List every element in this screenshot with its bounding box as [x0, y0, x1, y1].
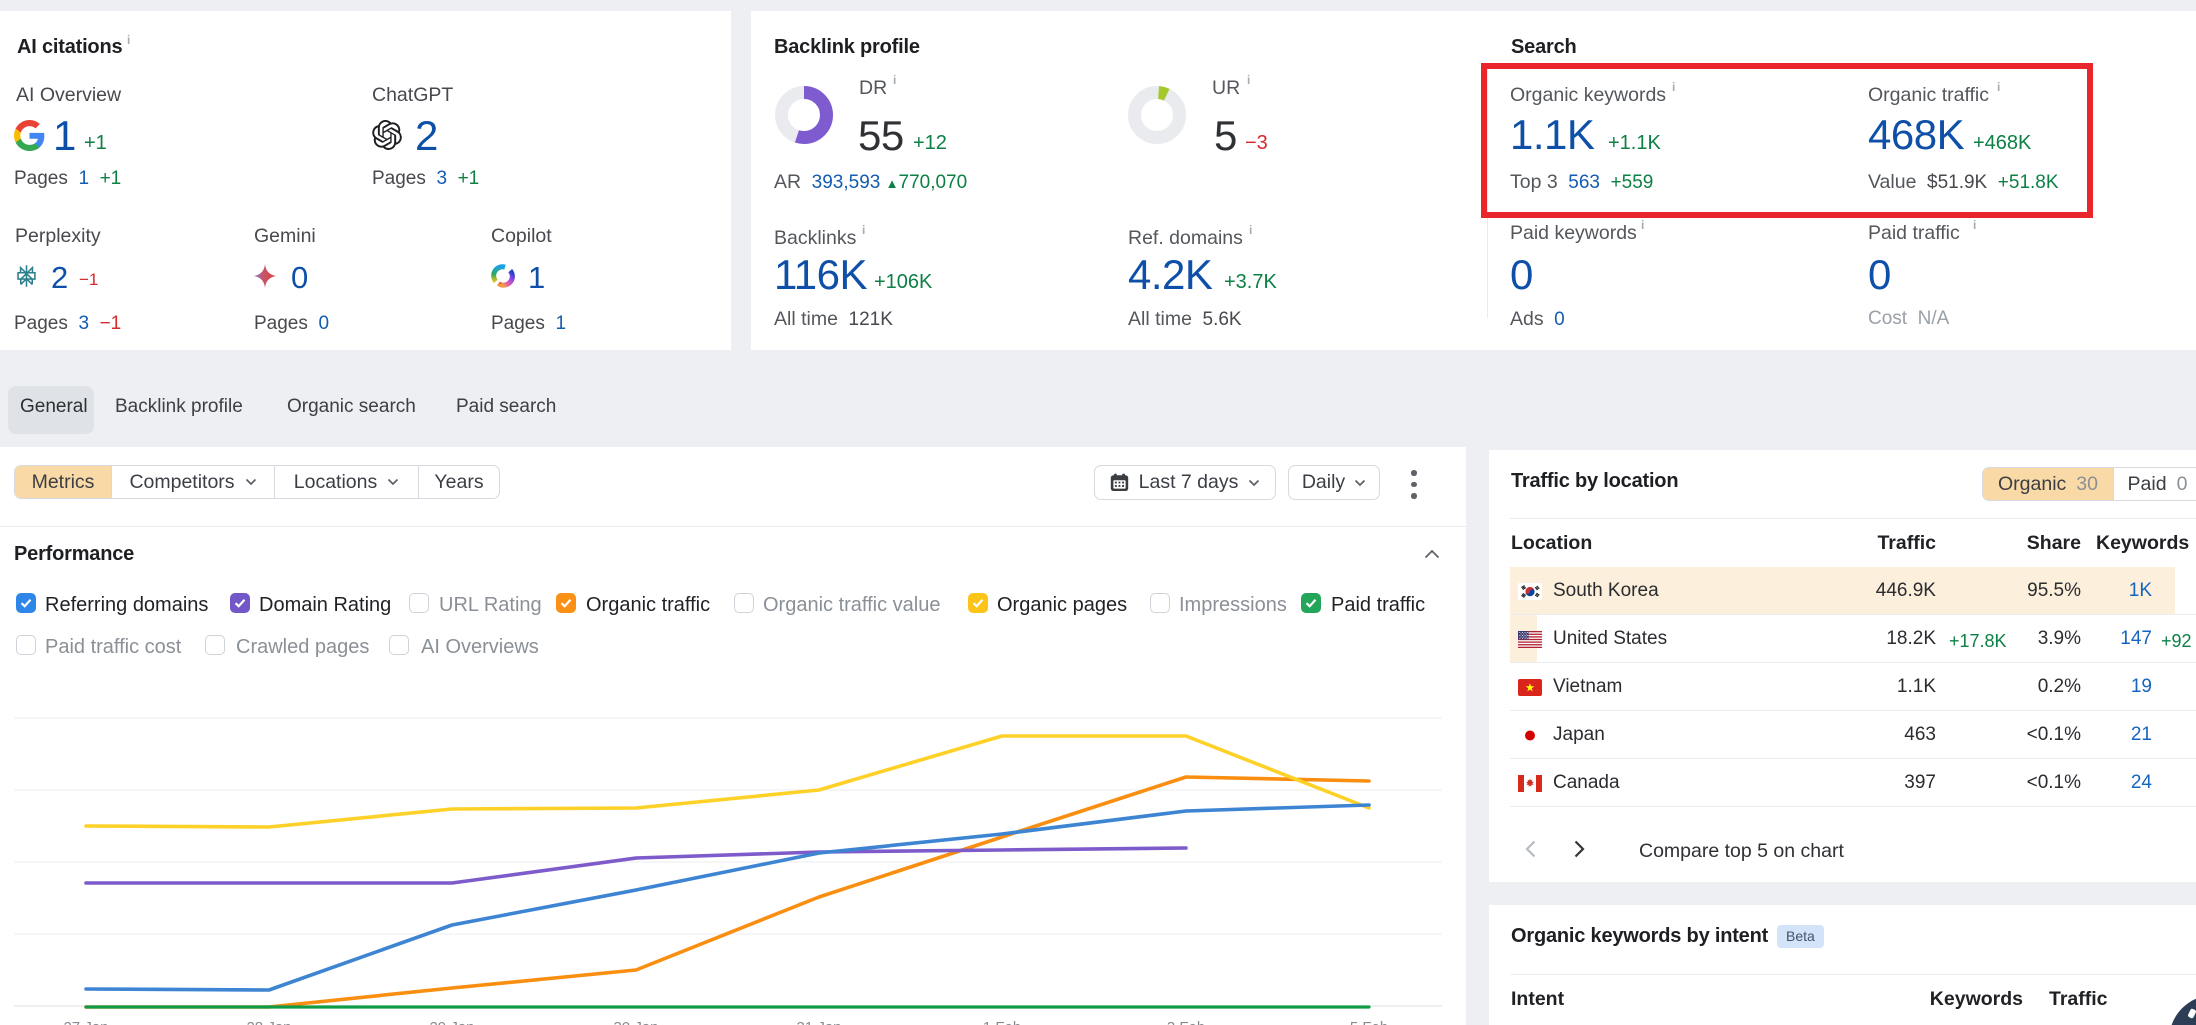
svg-text:1 Feb: 1 Feb	[983, 1019, 1021, 1025]
svg-text:28 Jan: 28 Jan	[246, 1019, 291, 1025]
svg-text:27 Jan: 27 Jan	[63, 1019, 108, 1025]
svg-text:3 Feb: 3 Feb	[1167, 1019, 1205, 1025]
svg-text:30 Jan: 30 Jan	[613, 1019, 658, 1025]
svg-text:5 Feb: 5 Feb	[1350, 1019, 1388, 1025]
svg-text:29 Jan: 29 Jan	[429, 1019, 474, 1025]
svg-text:31 Jan: 31 Jan	[796, 1019, 841, 1025]
